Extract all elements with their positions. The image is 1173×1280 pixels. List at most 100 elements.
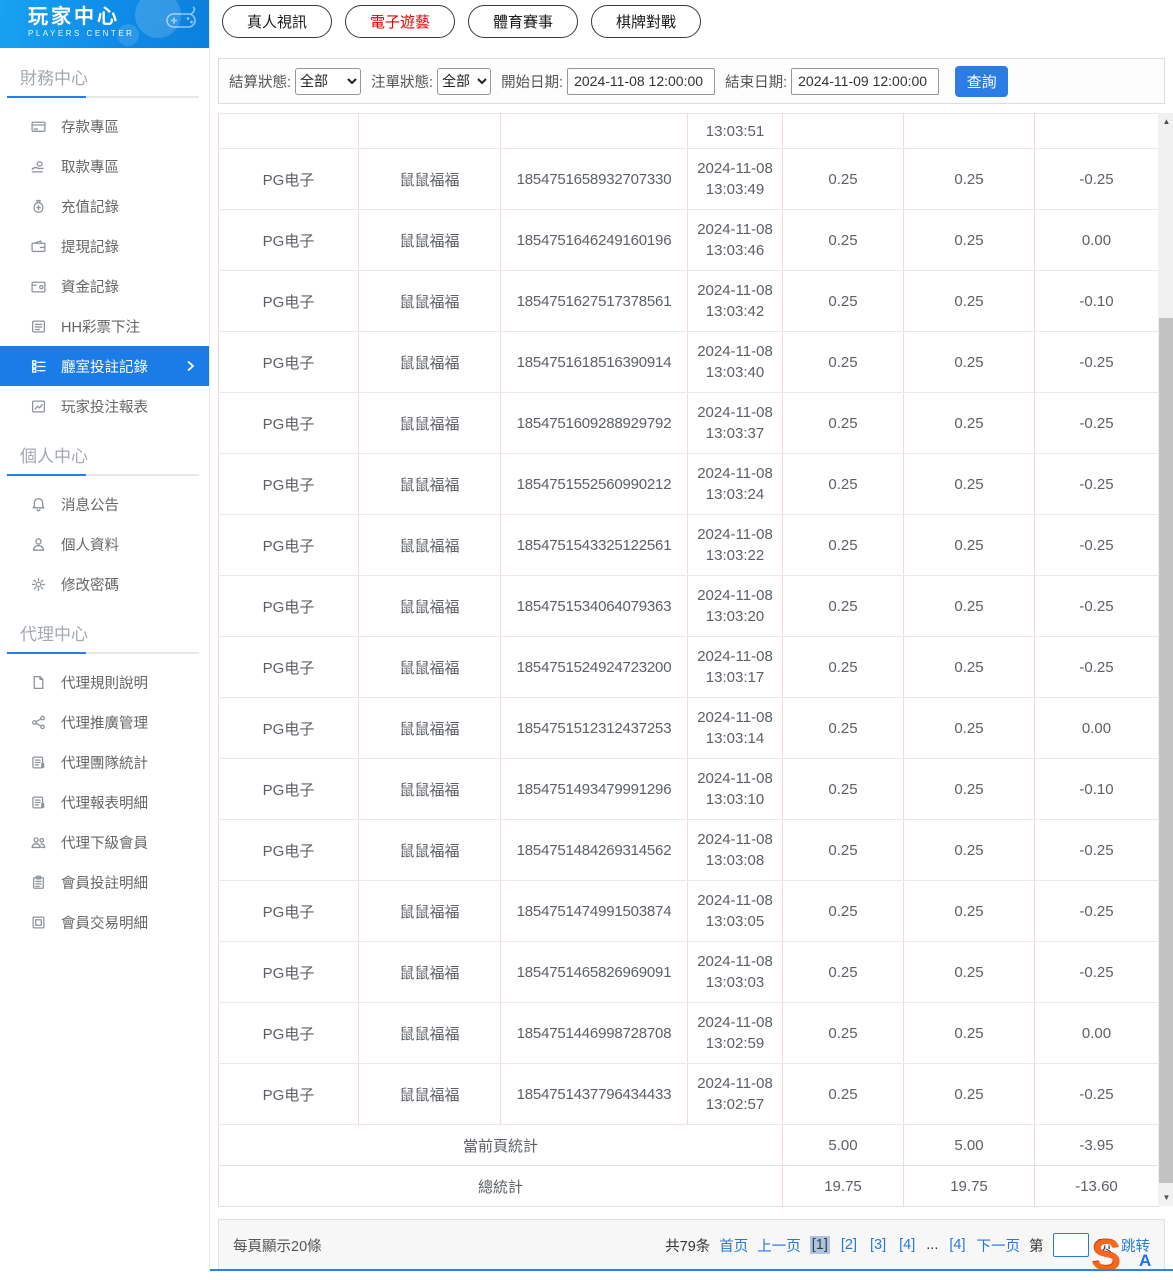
page-number-link[interactable]: [3] bbox=[868, 1236, 888, 1254]
section-title: 財務中心 bbox=[0, 48, 209, 96]
prev-page-link[interactable]: 上一页 bbox=[757, 1235, 801, 1256]
cell-game-name: 鼠鼠福福 bbox=[359, 454, 501, 515]
settle-status-label: 結算狀態: bbox=[229, 71, 291, 92]
sidebar-item-label: 提現記錄 bbox=[61, 236, 119, 257]
screenshot-tool-logo: S bbox=[1092, 1234, 1121, 1278]
cell-provider: PG电子 bbox=[219, 271, 359, 332]
member-bet-icon bbox=[30, 874, 46, 890]
sidebar-header: 玩家中心 PLAYERS CENTER bbox=[0, 0, 209, 48]
sidebar-item[interactable]: 充值記錄 bbox=[0, 186, 209, 226]
cell-order-id: 1854751543325122561 bbox=[501, 515, 688, 576]
table-row-clipped: 13:03:51 bbox=[219, 114, 1159, 149]
pagination-controls: 共79条 首页 上一页 [1] [2] [3] [4] ... [4] 下一页 … bbox=[665, 1233, 1150, 1257]
search-button[interactable]: 查詢 bbox=[955, 66, 1008, 97]
cell-datetime: 2024-11-08 13:03:46 bbox=[688, 210, 783, 271]
pagination-bar: 每頁顯示20條 共79条 首页 上一页 [1] [2] [3] [4] ... … bbox=[218, 1219, 1165, 1271]
table-row: PG电子 鼠鼠福福 1854751609288929792 2024-11-08… bbox=[219, 393, 1159, 454]
sidebar-item[interactable]: 代理規則說明 bbox=[0, 662, 209, 702]
cell-bet-amount: 0.25 bbox=[783, 271, 904, 332]
page-number-link[interactable]: [4] bbox=[897, 1236, 917, 1254]
sidebar-item-label: 玩家投注報表 bbox=[61, 396, 148, 417]
sidebar-item[interactable]: 存款專區 bbox=[0, 106, 209, 146]
section-title: 代理中心 bbox=[0, 604, 209, 652]
cell-datetime: 2024-11-08 13:03:17 bbox=[688, 637, 783, 698]
cell-game-name: 鼠鼠福福 bbox=[359, 393, 501, 454]
sidebar-item[interactable]: 代理團隊統計 bbox=[0, 742, 209, 782]
sidebar-item[interactable]: 代理報表明細 bbox=[0, 782, 209, 822]
chevron-right-icon bbox=[185, 360, 195, 372]
cell-provider: PG电子 bbox=[219, 454, 359, 515]
page-number-link[interactable]: [2] bbox=[839, 1236, 859, 1254]
first-page-link[interactable]: 首页 bbox=[719, 1235, 748, 1256]
sidebar-item[interactable]: 取款專區 bbox=[0, 146, 209, 186]
sidebar-item-label: 取款專區 bbox=[61, 156, 119, 177]
end-date-input[interactable] bbox=[791, 68, 939, 95]
gear-icon bbox=[30, 576, 46, 592]
sidebar-item[interactable]: 會員投註明細 bbox=[0, 862, 209, 902]
deposit-card-icon bbox=[30, 118, 46, 134]
next-page-link[interactable]: 下一页 bbox=[977, 1235, 1021, 1256]
category-tab[interactable]: 真人視訊 bbox=[222, 5, 332, 38]
sidebar-item[interactable]: HH彩票下注 bbox=[0, 306, 209, 346]
table-row: PG电子 鼠鼠福福 1854751534064079363 2024-11-08… bbox=[219, 576, 1159, 637]
table-row: PG电子 鼠鼠福福 1854751658932707330 2024-11-08… bbox=[219, 149, 1159, 210]
filter-bar: 結算狀態: 全部 注單狀態: 全部 開始日期: 結束日期: 查詢 bbox=[218, 58, 1165, 104]
category-tab[interactable]: 體育賽事 bbox=[468, 5, 578, 38]
cell-datetime: 2024-11-08 13:02:59 bbox=[688, 1003, 783, 1064]
sidebar-item-label: 代理團隊統計 bbox=[61, 752, 148, 773]
table-row: PG电子 鼠鼠福福 1854751627517378561 2024-11-08… bbox=[219, 271, 1159, 332]
member-trade-icon bbox=[30, 914, 46, 930]
funds-record-icon bbox=[30, 278, 46, 294]
sidebar-item[interactable]: 個人資料 bbox=[0, 524, 209, 564]
table-row: PG电子 鼠鼠福福 1854751543325122561 2024-11-08… bbox=[219, 515, 1159, 576]
sidebar-item-label: 會員投註明細 bbox=[61, 872, 148, 893]
sidebar-item[interactable]: 消息公告 bbox=[0, 484, 209, 524]
sidebar-item[interactable]: 廳室投註記錄 bbox=[0, 346, 209, 386]
cell-order-id: 1854751465826969091 bbox=[501, 942, 688, 1003]
cell-bet-amount: 0.25 bbox=[783, 393, 904, 454]
category-tab[interactable]: 電子遊藝 bbox=[345, 5, 455, 38]
last-page-number-link[interactable]: [4] bbox=[947, 1236, 967, 1254]
cell-datetime: 2024-11-08 13:03:03 bbox=[688, 942, 783, 1003]
jump-page-input[interactable] bbox=[1053, 1233, 1089, 1257]
sidebar-item[interactable]: 代理推廣管理 bbox=[0, 702, 209, 742]
cell-game-name: 鼠鼠福福 bbox=[359, 759, 501, 820]
scrollbar-thumb[interactable] bbox=[1159, 318, 1173, 1183]
cell-datetime: 2024-11-08 13:03:49 bbox=[688, 149, 783, 210]
doc-page-icon bbox=[30, 674, 46, 690]
sidebar-item[interactable]: 修改密碼 bbox=[0, 564, 209, 604]
settle-status-select[interactable]: 全部 bbox=[295, 68, 361, 95]
sidebar-item-label: 廳室投註記錄 bbox=[61, 356, 148, 377]
sidebar-item[interactable]: 提現記錄 bbox=[0, 226, 209, 266]
cell-order-id: 1854751552560990212 bbox=[501, 454, 688, 515]
table-row: PG电子 鼠鼠福福 1854751437796434433 2024-11-08… bbox=[219, 1064, 1159, 1125]
sidebar-item[interactable]: 玩家投注報表 bbox=[0, 386, 209, 426]
cell-valid-bet: 0.25 bbox=[904, 332, 1035, 393]
order-status-select[interactable]: 全部 bbox=[437, 68, 491, 95]
cell-valid-bet: 0.25 bbox=[904, 271, 1035, 332]
sidebar-item-label: 代理推廣管理 bbox=[61, 712, 148, 733]
summary-winloss: -13.60 bbox=[1035, 1166, 1159, 1207]
page-size-text: 每頁顯示20條 bbox=[233, 1235, 322, 1256]
cell-order-id: 1854751474991503874 bbox=[501, 881, 688, 942]
page-number-link[interactable]: [1] bbox=[810, 1236, 830, 1254]
jump-prefix: 第 bbox=[1029, 1235, 1044, 1256]
section-title: 個人中心 bbox=[0, 426, 209, 474]
sidebar-item[interactable]: 資金記錄 bbox=[0, 266, 209, 306]
cell-provider: PG电子 bbox=[219, 698, 359, 759]
cell-game-name: 鼠鼠福福 bbox=[359, 942, 501, 1003]
category-tabs: 真人視訊 電子遊藝 體育賽事 棋牌對戰 bbox=[210, 0, 1173, 43]
sidebar-item[interactable]: 代理下級會員 bbox=[0, 822, 209, 862]
start-date-input[interactable] bbox=[567, 68, 715, 95]
player-report-icon bbox=[30, 398, 46, 414]
sidebar-item[interactable]: 會員交易明細 bbox=[0, 902, 209, 942]
scroll-up-arrow-icon[interactable]: ▲ bbox=[1158, 113, 1173, 130]
table-scrollbar[interactable]: ▲ ▼ bbox=[1158, 113, 1173, 1206]
summary-winloss: -3.95 bbox=[1035, 1125, 1159, 1166]
category-tab[interactable]: 棋牌對戰 bbox=[591, 5, 701, 38]
cell-provider: PG电子 bbox=[219, 881, 359, 942]
cell-order-id: 1854751512312437253 bbox=[501, 698, 688, 759]
cell-provider: PG电子 bbox=[219, 637, 359, 698]
scroll-down-arrow-icon[interactable]: ▼ bbox=[1158, 1189, 1173, 1206]
cell-game-name: 鼠鼠福福 bbox=[359, 210, 501, 271]
